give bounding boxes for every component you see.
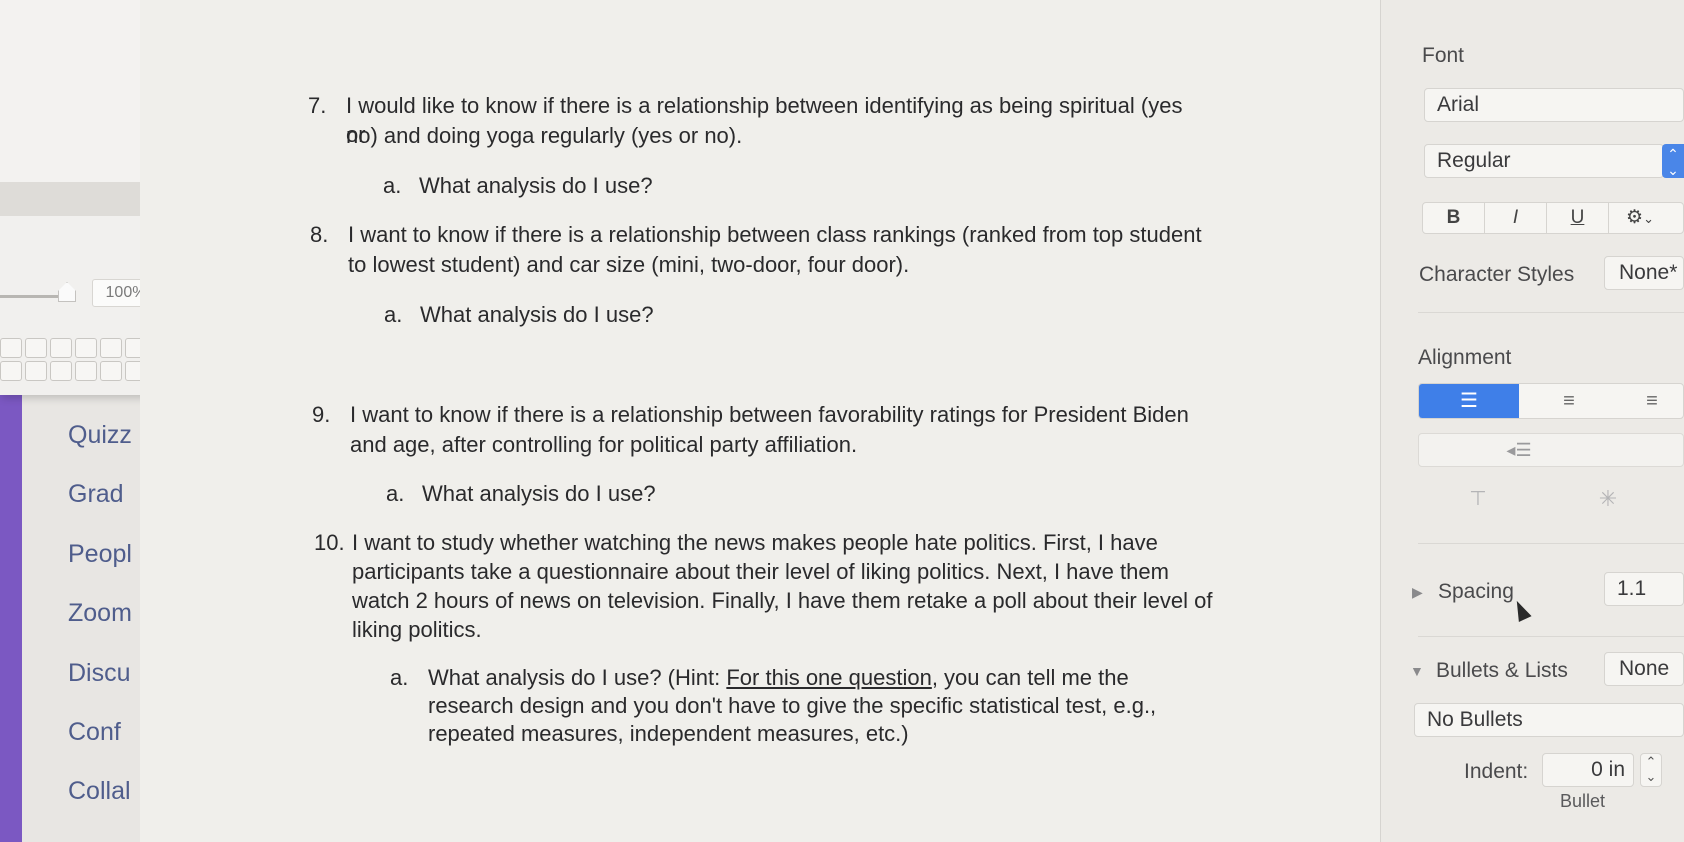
sub-question-line: research design and you don't have to gi… [428,693,1157,718]
font-family-select[interactable]: Arial [1424,88,1684,122]
align-top-icon: ⊤ [1469,488,1487,510]
alignment-label: Alignment [1418,346,1512,369]
chevron-down-icon: ⌄ [1643,211,1654,226]
sub-number: a. [384,302,403,327]
sub-number: a. [390,665,409,690]
align-left-button[interactable]: ☰ [1419,384,1519,418]
character-styles-select[interactable]: None* [1604,256,1684,290]
question-line: no) and doing yoga regularly (yes or no)… [346,123,743,148]
text-style-buttons: B I U ⚙⌄ [1422,202,1684,234]
question-line: I want to study whether watching the new… [352,530,1158,555]
zoom-slider-thumb[interactable] [58,282,76,302]
spacing-value-field[interactable]: 1.1 [1604,572,1684,606]
section-divider [1418,543,1684,544]
layout-cell[interactable] [25,338,47,358]
align-right-icon: ≡ [1646,390,1658,412]
align-left-icon: ☰ [1460,390,1478,412]
font-style-select[interactable]: Regular [1424,144,1664,178]
indent-buttons: ◂☰ [1418,433,1684,467]
disclosure-triangle-down-icon[interactable]: ▼ [1410,663,1424,679]
question-number: 10. [314,530,345,555]
layout-cell[interactable] [100,361,122,381]
page-layout-grid[interactable] [0,338,147,384]
advanced-options-button[interactable]: ⚙⌄ [1609,203,1671,233]
question-number: 8. [310,222,329,247]
alignment-buttons: ☰ ≡ ≡ [1418,383,1684,419]
bullets-lists-label: Bullets & Lists [1436,659,1568,682]
question-line: to lowest student) and car size (mini, t… [348,252,910,277]
bullet-caption: Bullet [1560,791,1606,811]
section-divider [1418,312,1684,313]
align-top-button[interactable]: ⊤ [1458,483,1498,515]
question-7: 7. I would like to know if there is a re… [308,91,1208,151]
chevron-up-down-icon: ⌃ ⌄ [1667,146,1679,178]
layout-cell[interactable] [75,338,97,358]
document-page[interactable]: 7. I would like to know if there is a re… [140,0,1380,842]
sub-question-text: What analysis do I use? [420,302,654,327]
align-middle-icon: ✳ [1598,486,1618,511]
sub-question-line: What analysis do I use? (Hint: For this … [428,664,1129,692]
indent-value-field[interactable]: 0 in [1542,753,1634,787]
lms-accent-bar [0,395,22,842]
indent-label: Indent: [1464,760,1529,783]
layout-cell[interactable] [75,361,97,381]
indent-stepper[interactable]: ⌃ ⌄ [1640,753,1662,787]
decrease-indent-button[interactable]: ◂☰ [1419,434,1619,466]
chevron-up-down-icon: ⌃ ⌄ [1645,754,1657,784]
disclosure-triangle-right-icon[interactable]: ▶ [1412,584,1423,601]
sub-question-text: What analysis do I use? [419,173,653,198]
layout-cell[interactable] [25,361,47,381]
course-nav: Quizz Grad Peopl Zoom Discu Conf Collal [22,395,140,842]
underline-button[interactable]: U [1547,203,1609,233]
layout-cell[interactable] [0,361,22,381]
bullet-type-select[interactable]: No Bullets [1414,703,1684,737]
spacing-label: Spacing [1438,580,1514,603]
layout-cell[interactable] [50,361,72,381]
font-style-stepper[interactable]: ⌃ ⌄ [1662,144,1684,178]
sub-question-text: What analysis do I use? [422,481,656,506]
question-10a: a. What analysis do I use? (Hint: For th… [390,664,1190,754]
italic-button[interactable]: I [1485,203,1547,233]
bold-button[interactable]: B [1423,203,1485,233]
hint-prefix: What analysis do I use? (Hint: [428,665,727,690]
question-8: 8. I want to know if there is a relation… [310,220,1210,280]
question-line: participants take a questionnaire about … [352,559,1169,584]
question-number: 9. [312,402,331,427]
vertical-alignment-buttons: ⊤ ✳ [1418,483,1684,517]
question-line: I want to know if there is a relationshi… [350,402,1189,427]
question-9: 9. I want to know if there is a relation… [312,400,1212,460]
align-right-button[interactable]: ≡ [1619,384,1684,418]
layout-cell[interactable] [100,338,122,358]
decrease-indent-icon: ◂☰ [1506,440,1532,460]
character-styles-label: Character Styles [1419,263,1575,286]
align-middle-button[interactable]: ✳ [1588,483,1628,515]
bullets-lists-select[interactable]: None [1604,652,1684,686]
align-center-button[interactable]: ≡ [1519,384,1619,418]
hint-emphasis: For this one question [726,665,932,690]
question-number: 7. [308,93,327,118]
sub-number: a. [383,173,402,198]
zoom-slider-track[interactable] [0,295,60,298]
question-10: 10. I want to study whether watching the… [314,528,1214,646]
question-line: I want to know if there is a relationshi… [348,222,1202,247]
question-line: and age, after controlling for political… [350,432,858,457]
sub-number: a. [386,481,405,506]
align-center-icon: ≡ [1563,390,1575,412]
layout-cell[interactable] [50,338,72,358]
hint-suffix: , you can tell me the [931,665,1129,690]
question-line: watch 2 hours of news on television. Fin… [352,588,1213,613]
sub-question-line: repeated measures, independent measures,… [428,721,909,746]
gear-icon: ⚙ [1626,207,1644,228]
layout-cell[interactable] [0,338,22,358]
section-divider [1418,636,1684,637]
font-section-label: Font [1422,44,1465,67]
question-line: liking politics. [352,617,482,642]
